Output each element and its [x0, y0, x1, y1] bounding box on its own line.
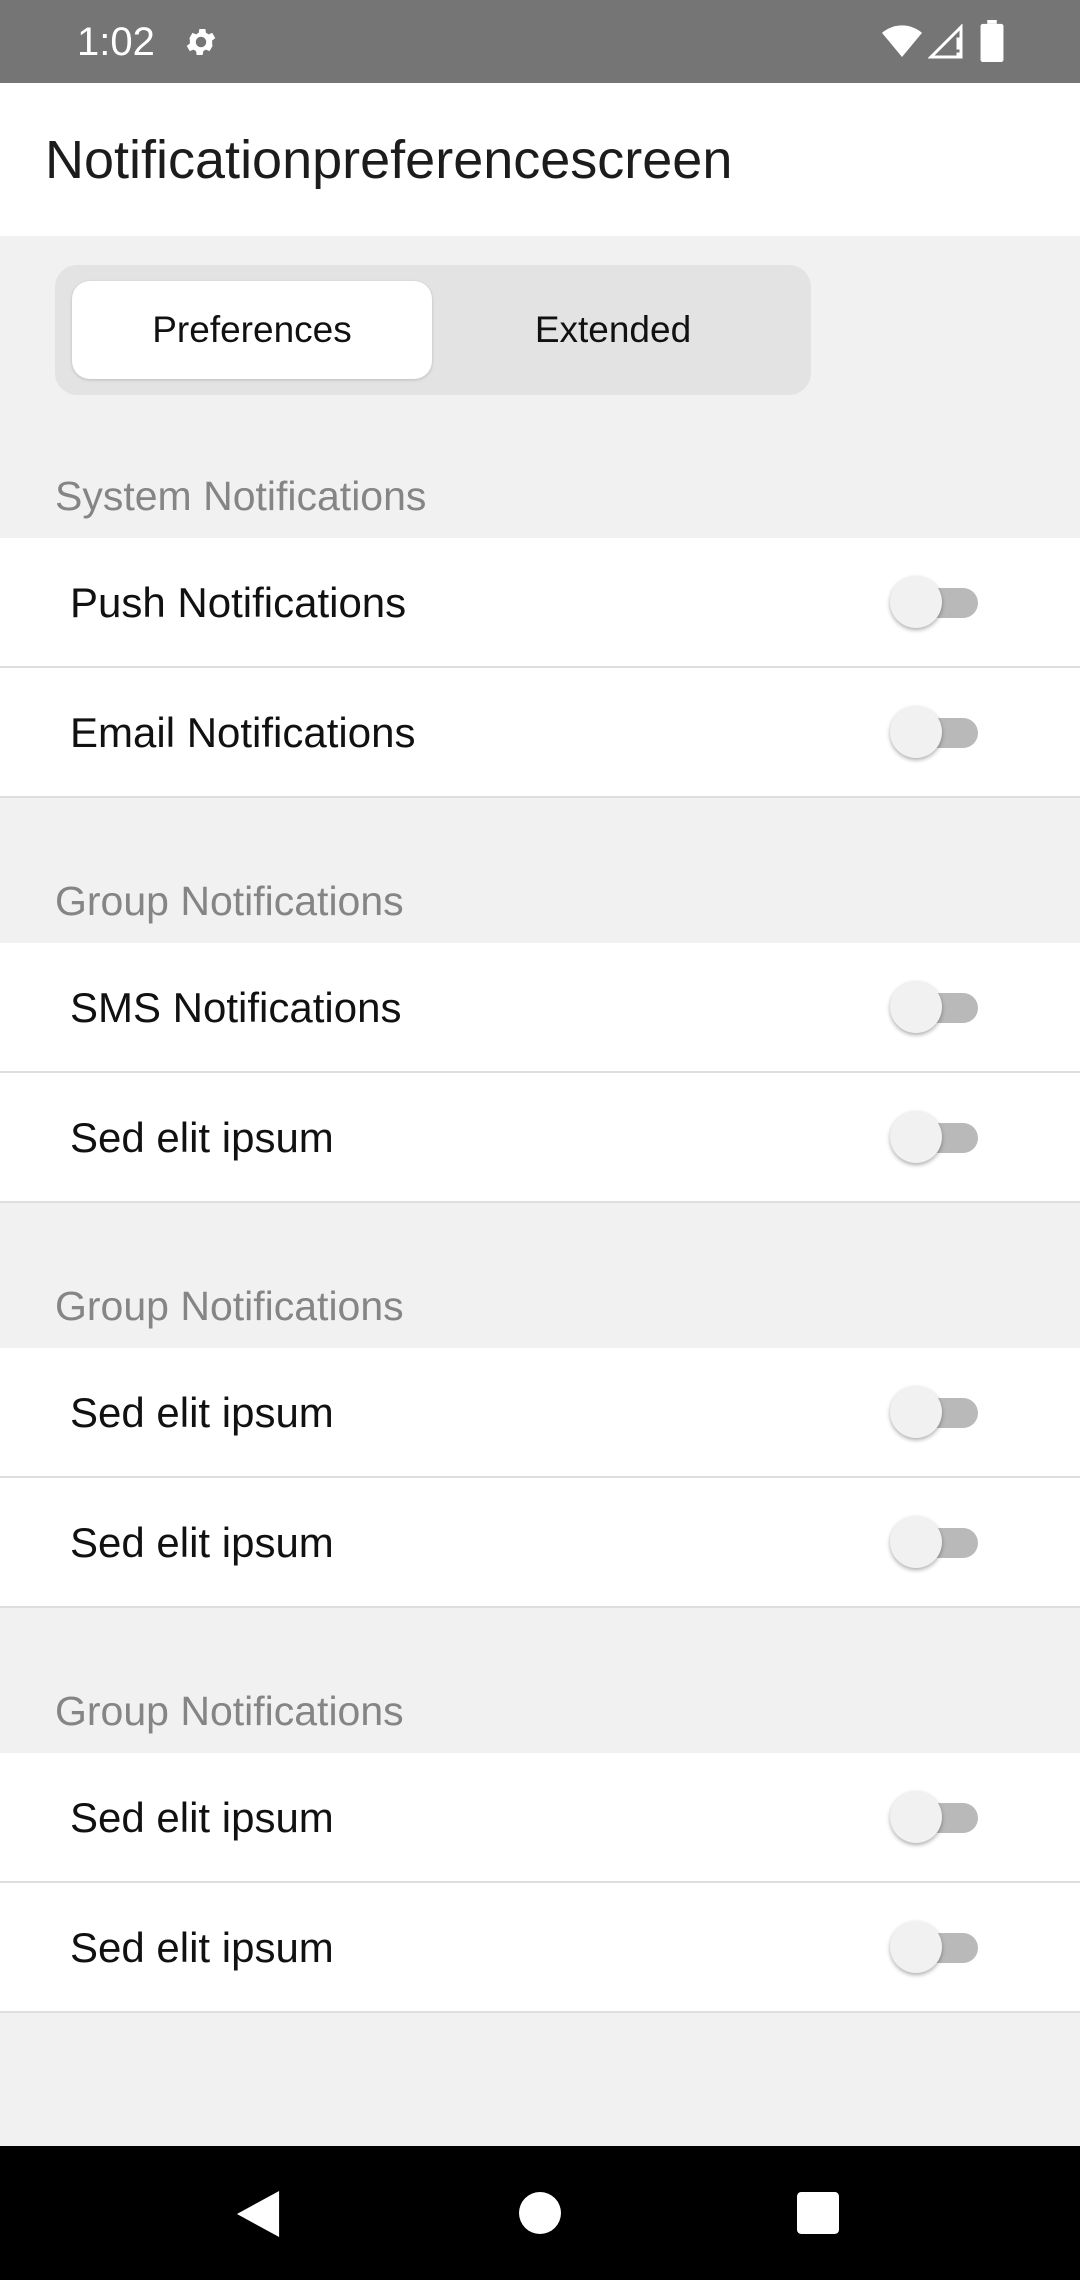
- sms-notifications-switch[interactable]: [890, 979, 982, 1035]
- switch-thumb: [890, 1516, 942, 1568]
- setting-row-push[interactable]: Push Notifications: [0, 538, 1080, 668]
- email-notifications-switch[interactable]: [890, 704, 982, 760]
- wifi-icon: [882, 25, 922, 57]
- setting-switch[interactable]: [890, 1514, 982, 1570]
- setting-switch[interactable]: [890, 1789, 982, 1845]
- setting-label: Sed elit ipsum: [70, 1114, 334, 1161]
- setting-switch[interactable]: [890, 1109, 982, 1165]
- setting-label: SMS Notifications: [70, 984, 402, 1031]
- home-icon[interactable]: [519, 2192, 561, 2234]
- setting-row[interactable]: Sed elit ipsum: [0, 1348, 1080, 1478]
- status-bar: 1:02: [0, 0, 1080, 83]
- tab-extended[interactable]: Extended: [433, 281, 793, 379]
- preferences-content: Preferences Extended System Notification…: [0, 236, 1080, 2146]
- setting-row[interactable]: Sed elit ipsum: [0, 1478, 1080, 1608]
- back-icon[interactable]: [236, 2191, 280, 2237]
- switch-thumb: [890, 1791, 942, 1843]
- setting-label: Sed elit ipsum: [70, 1924, 334, 1971]
- navigation-bar: [0, 2146, 1080, 2280]
- app-bar: Notificationpreferencescreen: [0, 83, 1080, 236]
- setting-label: Sed elit ipsum: [70, 1389, 334, 1436]
- push-notifications-switch[interactable]: [890, 574, 982, 630]
- switch-thumb: [890, 1921, 942, 1973]
- setting-switch[interactable]: [890, 1384, 982, 1440]
- section-header-group: Group Notifications: [55, 1688, 404, 1734]
- setting-label: Sed elit ipsum: [70, 1519, 334, 1566]
- section-header-group: Group Notifications: [55, 1283, 404, 1329]
- switch-thumb: [890, 981, 942, 1033]
- switch-thumb: [890, 706, 942, 758]
- switch-thumb: [890, 576, 942, 628]
- setting-row-sms[interactable]: SMS Notifications: [0, 943, 1080, 1073]
- section-header-group: Group Notifications: [55, 878, 404, 924]
- section-header-system: System Notifications: [55, 473, 427, 519]
- switch-thumb: [890, 1386, 942, 1438]
- signal-icon: [928, 24, 963, 59]
- status-time: 1:02: [77, 20, 155, 64]
- tab-selector: Preferences Extended: [55, 265, 811, 395]
- page-title: Notificationpreferencescreen: [45, 130, 733, 190]
- setting-row[interactable]: Sed elit ipsum: [0, 1753, 1080, 1883]
- tab-preferences[interactable]: Preferences: [72, 281, 432, 379]
- setting-row[interactable]: Sed elit ipsum: [0, 1073, 1080, 1203]
- setting-row-email[interactable]: Email Notifications: [0, 668, 1080, 798]
- setting-label: Sed elit ipsum: [70, 1794, 334, 1841]
- recents-icon[interactable]: [797, 2192, 839, 2234]
- switch-thumb: [890, 1111, 942, 1163]
- battery-icon: [980, 20, 1004, 62]
- setting-label: Push Notifications: [70, 579, 407, 626]
- setting-row[interactable]: Sed elit ipsum: [0, 1883, 1080, 2013]
- setting-switch[interactable]: [890, 1919, 982, 1975]
- gear-icon: [186, 28, 216, 56]
- setting-label: Email Notifications: [70, 709, 416, 756]
